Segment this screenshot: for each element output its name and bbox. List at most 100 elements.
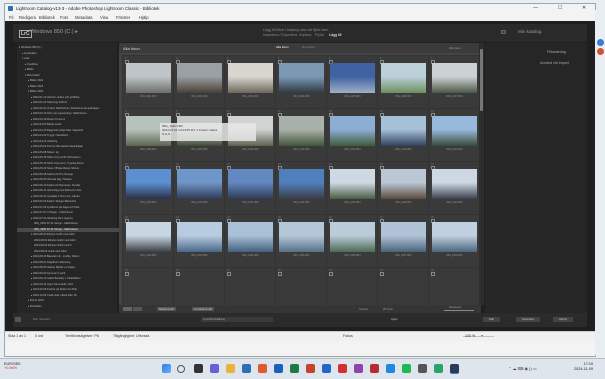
- photo-cell[interactable]: 13 IMG_1413.CR3: [377, 108, 430, 162]
- photo-checkbox[interactable]: [380, 272, 384, 276]
- photo-thumbnail[interactable]: [126, 222, 171, 252]
- folder-row[interactable]: ▸ 2024-09-28 Kvartar på Söder Cut Dölj: [17, 288, 131, 292]
- destination-catalog[interactable]: Min katalog: [518, 29, 542, 34]
- photo-thumbnail[interactable]: [330, 63, 375, 93]
- photo-thumbnail[interactable]: [228, 63, 273, 93]
- spotify-icon[interactable]: [402, 364, 411, 373]
- photo-checkbox[interactable]: [278, 272, 282, 276]
- folder-row[interactable]: ▸ 2024-05-19 Sthlm City Gul 2, Tyredsp M…: [17, 162, 131, 166]
- photo-cell[interactable]: 16 IMG_1416.CR3: [173, 161, 226, 215]
- outlook-icon[interactable]: [322, 364, 331, 373]
- photo-thumbnail[interactable]: [432, 222, 477, 252]
- photo-cell[interactable]: 1 IMG_1401.CR3: [122, 55, 175, 109]
- text-predictions[interactable]: Textförutsägelser: På: [65, 334, 99, 338]
- maximize-button[interactable]: ☐: [558, 5, 562, 11]
- source-selector[interactable]: Windows 850 (C:) ▸: [30, 29, 78, 35]
- folder-row[interactable]: ▸ 2024-06-05 Hörnsta dag i Slusker: [17, 178, 131, 182]
- folder-row[interactable]: ▾ Windows 850 (C:): [17, 46, 119, 50]
- folder-row[interactable]: ▾ 2024-08-02 Ethylus Gubb med Glöd: [17, 233, 131, 237]
- shield-app-icon[interactable]: [370, 364, 379, 373]
- import-preset-value[interactable]: Ingen: [391, 318, 398, 321]
- search-icon[interactable]: [177, 365, 185, 373]
- folder-row[interactable]: ▸ 2024-09-02 Sommar 2 pack: [17, 272, 131, 276]
- photo-thumbnail[interactable]: [381, 63, 426, 93]
- photo-cell[interactable]: 11 IMG_1411.CR3: [275, 108, 328, 162]
- folder-row[interactable]: ▸ 2024-05-24 Sluss / Bhlaa Mangl, Minnie: [17, 167, 131, 171]
- import-button[interactable]: Importera: [516, 317, 540, 322]
- folder-row[interactable]: ▸ Bilder 2022: [17, 79, 128, 83]
- photo-cell[interactable]: 27 IMG_1427.CR3: [377, 214, 430, 268]
- mode-move[interactable]: Flytta: [315, 33, 324, 37]
- edge-icon[interactable]: [242, 364, 251, 373]
- import-preset-label[interactable]: Importförinställning: [203, 318, 225, 321]
- folder-row[interactable]: ▸ 2024-04-20 Tryggt i Stockholm: [17, 134, 131, 138]
- stock-widget[interactable]: EUR/SEK +0,56%: [4, 362, 21, 370]
- powerpoint-icon[interactable]: [306, 364, 315, 373]
- check-all-label[interactable]: Alla foton: [123, 46, 140, 51]
- grid-view-icon[interactable]: [123, 307, 132, 311]
- photo-cell[interactable]: 18 IMG_1418.CR3: [275, 161, 328, 215]
- menu-help[interactable]: Hjälp: [139, 15, 149, 20]
- chrome-icon[interactable]: [258, 364, 267, 373]
- floating-notification-badge-icon[interactable]: [597, 48, 604, 55]
- photo-cell[interactable]: 12 IMG_1412.CR3: [326, 108, 379, 162]
- photo-thumbnail[interactable]: [381, 169, 426, 199]
- folder-row[interactable]: ▾ Bilder 2024: [17, 90, 128, 94]
- mode-copy-dng[interactable]: Importera / Exportera: [263, 33, 297, 37]
- menu-library[interactable]: Bibliotek: [39, 15, 55, 20]
- folder-row[interactable]: ▸ 2024-06-26 Fadet i Skogen Bänkvärn: [17, 200, 131, 204]
- app-icon-green[interactable]: [434, 364, 443, 373]
- folder-row[interactable]: ▾ Mina bilder: [17, 74, 125, 78]
- grid-scrollbar-thumb[interactable]: [480, 49, 483, 111]
- mode-add[interactable]: Lägg till: [329, 33, 341, 37]
- photo-cell[interactable]: 14 IMG_1414.CR3: [428, 108, 481, 162]
- app-icon-misc[interactable]: [418, 364, 427, 373]
- apply-during-import-header[interactable]: Använd vid import: [540, 61, 569, 65]
- folder-row[interactable]: 2024-08-02 Ethylus Gubb med 3: [17, 244, 134, 248]
- photo-cell[interactable]: 6 IMG_1406.CR3: [377, 55, 430, 109]
- photo-thumbnail[interactable]: [381, 222, 426, 252]
- folder-row[interactable]: ▸ Filmer 2024: [17, 299, 128, 303]
- task-view-icon[interactable]: [194, 364, 203, 373]
- folder-row[interactable]: ▸ 2024-05-02 Drumm lilla sektion kapellv…: [17, 145, 131, 149]
- photo-cell[interactable]: 17 IMG_1417.CR3: [224, 161, 277, 215]
- folder-row[interactable]: ▸ 2024-04-03 Blankt sucks: [17, 123, 131, 127]
- folder-row[interactable]: ▸ 2024-02-10 Hörn ute uppsamling i Skärh…: [17, 112, 131, 116]
- photo-thumbnail[interactable]: [432, 116, 477, 146]
- folder-row[interactable]: ▸ 2024-06-14 Järnsdrag med Midsomm foto: [17, 189, 131, 193]
- menu-view[interactable]: Visa: [100, 15, 108, 20]
- folder-row[interactable]: ▸ 2024-08-16 Baserat mix - Lindby, Sdlem: [17, 255, 131, 259]
- menu-file[interactable]: Fil: [9, 15, 13, 20]
- acrobat-icon[interactable]: [338, 364, 347, 373]
- folder-row[interactable]: ▸ 2024-03-19 Rosen Tunna-vi: [17, 118, 131, 122]
- photo-cell[interactable]: 23 IMG_1423.CR3: [173, 214, 226, 268]
- photo-cell[interactable]: 21 IMG_1421.CR3: [428, 161, 481, 215]
- folder-row[interactable]: ▸ 2024-09-10 Jakob Barnaby + Fittebakken: [17, 277, 131, 281]
- windows-start-icon[interactable]: [162, 364, 171, 373]
- photo-thumbnail[interactable]: [126, 169, 171, 199]
- close-button[interactable]: ✕: [582, 5, 586, 11]
- photo-checkbox[interactable]: [329, 272, 333, 276]
- uncheck-all-button[interactable]: Avmarkera allt: [192, 307, 214, 311]
- thumbnail-size-slider[interactable]: [444, 310, 474, 311]
- photo-cell[interactable]: 25 IMG_1425.CR3: [275, 214, 328, 268]
- photo-cell[interactable]: 26 IMG_1426.CR3: [326, 214, 379, 268]
- photo-cell[interactable]: 4 IMG_1404.CR3: [275, 55, 328, 109]
- photo-cell[interactable]: 20 IMG_1420.CR3: [377, 161, 430, 215]
- photo-thumbnail[interactable]: [126, 63, 171, 93]
- photo-thumbnail[interactable]: [330, 116, 375, 146]
- photo-thumbnail[interactable]: [330, 169, 375, 199]
- photo-checkbox[interactable]: [176, 272, 180, 276]
- word-icon[interactable]: [274, 364, 283, 373]
- photo-thumbnail[interactable]: [177, 169, 222, 199]
- photo-thumbnail[interactable]: [177, 222, 222, 252]
- mode-copy[interactable]: Kopiera: [299, 33, 311, 37]
- folder-row[interactable]: ▸ 2024-07-06 Ljusfloran på Stiga och Par…: [17, 206, 131, 210]
- teams-icon[interactable]: [210, 364, 219, 373]
- tab-new-photos[interactable]: Nya foton: [302, 45, 315, 49]
- check-all-button[interactable]: Markera allt: [157, 307, 176, 311]
- photo-checkbox[interactable]: [431, 272, 435, 276]
- photo-thumbnail[interactable]: [279, 222, 324, 252]
- folder-row[interactable]: ▸ 2024-09-14 Ögon Kammarfin. hörn: [17, 283, 131, 287]
- folder-row[interactable]: ▸ 2024-01-22 Stämning Farbror: [17, 101, 131, 105]
